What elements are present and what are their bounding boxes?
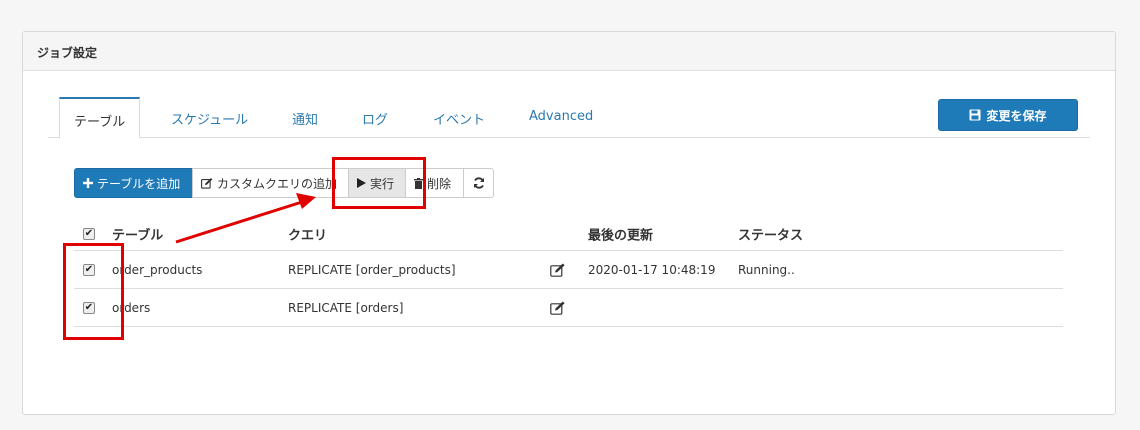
table-header-row: ✔ テーブル クエリ 最後の更新 ステータス bbox=[74, 217, 1063, 251]
tables-table: ✔ テーブル クエリ 最後の更新 ステータス ✔ order_products … bbox=[74, 217, 1063, 327]
add-custom-query-label: カスタムクエリの追加 bbox=[217, 176, 338, 191]
edit-query-icon[interactable] bbox=[550, 301, 566, 315]
tab-schedule[interactable]: スケジュール bbox=[171, 97, 248, 138]
trash-icon bbox=[414, 177, 423, 189]
table-toolbar: テーブルを追加 カスタムクエリの追加 実行 削除 bbox=[74, 168, 494, 198]
floppy-disk-icon bbox=[969, 109, 981, 121]
select-all-checkbox[interactable]: ✔ bbox=[83, 227, 95, 240]
edit-query-icon[interactable] bbox=[550, 263, 566, 277]
tab-notifications[interactable]: 通知 bbox=[292, 97, 318, 138]
header-last-updated: 最後の更新 bbox=[588, 228, 654, 243]
run-label: 実行 bbox=[370, 176, 395, 191]
header-status: ステータス bbox=[738, 228, 804, 243]
delete-button[interactable]: 削除 bbox=[405, 168, 464, 198]
add-custom-query-button[interactable]: カスタムクエリの追加 bbox=[192, 168, 349, 198]
row-query: REPLICATE [order_products] bbox=[288, 262, 456, 277]
table-row: ✔ order_products REPLICATE [order_produc… bbox=[74, 251, 1063, 289]
row-query: REPLICATE [orders] bbox=[288, 300, 404, 315]
header-table: テーブル bbox=[112, 228, 164, 243]
run-button[interactable]: 実行 bbox=[348, 168, 406, 198]
row-table-name: orders bbox=[112, 300, 151, 315]
table-row: ✔ orders REPLICATE [orders] bbox=[74, 289, 1063, 327]
refresh-icon bbox=[473, 177, 484, 189]
tab-logs[interactable]: ログ bbox=[362, 97, 388, 138]
tab-tables[interactable]: テーブル bbox=[59, 97, 141, 139]
row-checkbox[interactable]: ✔ bbox=[83, 301, 95, 314]
row-last-updated: 2020-01-17 10:48:19 bbox=[588, 262, 716, 277]
delete-label: 削除 bbox=[427, 176, 452, 191]
tab-bar: テーブル スケジュール 通知 ログ イベント Advanced bbox=[48, 97, 1090, 139]
row-checkbox[interactable]: ✔ bbox=[83, 263, 95, 276]
header-query: クエリ bbox=[288, 228, 328, 243]
row-status: Running.. bbox=[738, 262, 795, 277]
tab-events[interactable]: イベント bbox=[433, 97, 485, 138]
tab-advanced[interactable]: Advanced bbox=[529, 97, 593, 138]
save-changes-button[interactable]: 変更を保存 bbox=[938, 99, 1078, 131]
plus-icon bbox=[83, 178, 93, 188]
refresh-button[interactable] bbox=[463, 168, 494, 198]
edit-icon bbox=[201, 177, 213, 189]
job-settings-panel: ジョブ設定 テーブル スケジュール 通知 ログ イベント Advanced 変更… bbox=[22, 31, 1116, 415]
add-table-button[interactable]: テーブルを追加 bbox=[74, 168, 193, 198]
play-icon bbox=[357, 178, 366, 188]
panel-title: ジョブ設定 bbox=[23, 32, 1115, 71]
save-changes-label: 変更を保存 bbox=[986, 108, 1047, 123]
row-table-name: order_products bbox=[112, 262, 203, 277]
add-table-label: テーブルを追加 bbox=[97, 176, 181, 191]
